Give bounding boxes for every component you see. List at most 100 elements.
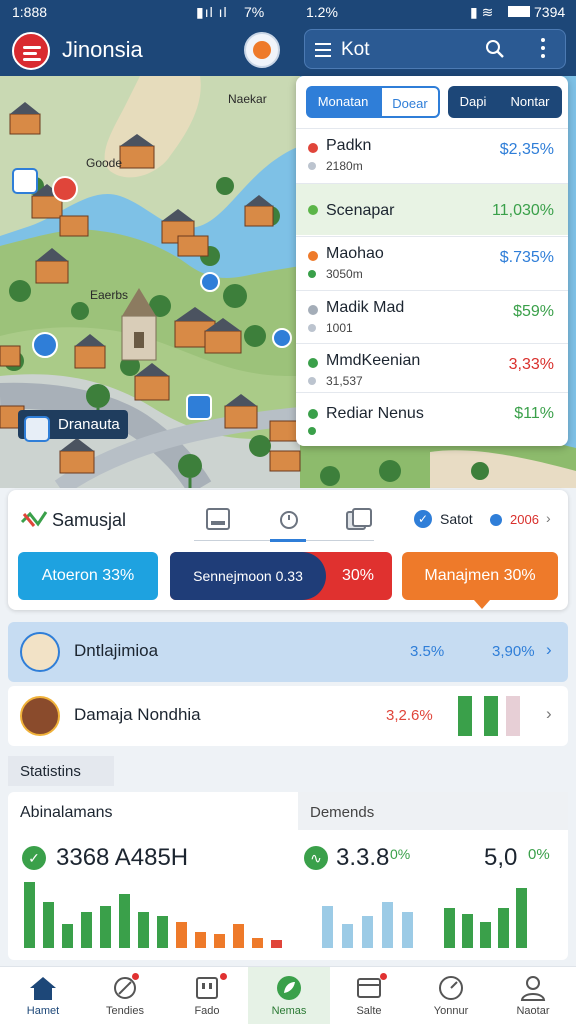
nav-item-salte[interactable]: Salte xyxy=(328,967,410,1024)
tab-doear[interactable]: Doear xyxy=(380,86,440,118)
sub-dot-icon xyxy=(308,377,316,385)
nav-item-yonnur[interactable]: Yonnur xyxy=(410,967,492,1024)
chart-bar xyxy=(402,912,413,948)
nav-label: Nemas xyxy=(271,1005,307,1017)
result-value: 11,030% xyxy=(492,202,554,219)
result-name: Maohao xyxy=(326,245,384,262)
list-item-name: Damaja Nondhia xyxy=(74,705,201,724)
stats-card: Abinalamans Demends ✓ 3368 A485H ∿ 3.3.8… xyxy=(8,792,568,960)
map-marker[interactable] xyxy=(32,332,58,358)
profile-avatar-button[interactable] xyxy=(244,32,280,68)
result-row[interactable]: Madik Mad 1001 $59% xyxy=(296,290,568,342)
person-icon xyxy=(520,976,546,1001)
result-value: 3,33% xyxy=(508,356,554,373)
map-place-label: Naekar xyxy=(228,92,267,106)
chart-bar xyxy=(62,924,73,948)
result-sub: 3050m xyxy=(326,267,363,281)
map-marker-red[interactable] xyxy=(52,176,78,202)
tab-monatan[interactable]: Monatan xyxy=(306,86,380,118)
right-bar-chart xyxy=(322,888,527,948)
result-value: $2,35% xyxy=(499,141,554,158)
battery-icon xyxy=(508,6,530,17)
notification-dot xyxy=(132,973,139,980)
sub-dot-icon xyxy=(308,162,316,170)
result-value: $11% xyxy=(514,405,554,422)
chart-bar xyxy=(24,882,35,948)
search-bar xyxy=(304,29,566,69)
map-place-label: Eaerbs xyxy=(90,288,129,302)
trend-up-icon: ✓ xyxy=(22,846,46,870)
result-row[interactable]: Rediar Nenus $11% xyxy=(296,392,568,446)
radio-icon[interactable] xyxy=(490,514,502,526)
checkbox-icon[interactable]: ✓ xyxy=(414,510,432,528)
nav-label: Fado xyxy=(194,1005,220,1017)
notification-dot xyxy=(380,973,387,980)
nav-item-tendies[interactable]: Tendies xyxy=(84,967,166,1024)
filter-card: Samusjal ✓ Satot 2006 › Atoeron 33% Senn… xyxy=(8,490,568,610)
map-marker[interactable] xyxy=(186,394,212,420)
result-value: $.735% xyxy=(499,249,554,266)
chart-bar xyxy=(516,888,527,948)
category-pill-atoeron[interactable]: Atoeron 33% xyxy=(18,552,158,600)
app-logo[interactable] xyxy=(12,32,50,70)
category-pill-sennejmoon[interactable]: Sennejmoon 0.33 30% xyxy=(170,552,392,600)
search-icon[interactable] xyxy=(485,39,505,59)
status-time-left: 1:888 xyxy=(12,4,48,20)
wifi-icon: ▮ ≋ xyxy=(470,4,494,20)
avatar xyxy=(20,632,60,672)
category-pill-manajmen[interactable]: Manajmen 30% xyxy=(402,552,558,600)
chart-bar xyxy=(214,934,225,948)
list-item[interactable]: Dntlajimioa 3.5% 3,90% › xyxy=(8,622,568,682)
mini-bar xyxy=(458,696,472,736)
map-marker[interactable] xyxy=(200,272,220,292)
result-sub: 31,537 xyxy=(326,374,363,388)
trend-up-icon: ∿ xyxy=(304,846,328,870)
chart-bar xyxy=(271,940,282,948)
result-name: Padkn xyxy=(326,137,372,154)
chevron-right-icon[interactable]: › xyxy=(546,510,551,526)
pill-pointer xyxy=(474,600,490,609)
chart-bar xyxy=(498,908,509,948)
pill-segment: Sennejmoon 0.33 xyxy=(170,552,326,600)
search-input[interactable] xyxy=(341,38,481,62)
app-bar: Jinonsia xyxy=(0,24,296,76)
chart-bar xyxy=(322,906,333,948)
mini-bar xyxy=(484,696,498,736)
map-marker-building[interactable] xyxy=(12,168,38,194)
id-card-icon[interactable] xyxy=(206,508,230,530)
map-marker[interactable] xyxy=(272,328,292,348)
tab-underline-active xyxy=(270,539,306,542)
chevron-right-icon[interactable]: › xyxy=(546,704,552,724)
result-row[interactable]: MmdKeenian 31,537 3,33% xyxy=(296,343,568,395)
sub-dot-icon xyxy=(308,427,316,435)
nav-item-fado[interactable]: Fado xyxy=(166,967,248,1024)
tab-nontar[interactable]: Nontar xyxy=(498,86,562,118)
stats-right-title: Demends xyxy=(310,804,375,821)
status-bar: 1:888 ▮ıl ıl 7% 1.2% ▮ ≋ 7394 xyxy=(0,0,576,24)
nav-label: Hamet xyxy=(26,1005,60,1017)
chevron-right-icon[interactable]: › xyxy=(546,640,552,660)
avatar xyxy=(20,696,60,736)
copy-icon[interactable] xyxy=(346,508,372,530)
timer-icon[interactable] xyxy=(278,508,300,530)
location-chip-icon xyxy=(24,416,50,442)
result-row[interactable]: Padkn 2180m $2,35% xyxy=(296,128,568,180)
menu-icon[interactable] xyxy=(315,43,331,61)
nav-item-nemas[interactable]: Nemas xyxy=(248,967,330,1024)
list-item-value: 3.5% xyxy=(410,643,445,660)
home-icon xyxy=(30,977,56,1000)
list-item[interactable]: Damaja Nondhia 3,2.6% › xyxy=(8,686,568,746)
result-row[interactable]: Scenapar 11,030% xyxy=(296,183,568,235)
chart-bar xyxy=(157,916,168,948)
nav-item-home[interactable]: Hamet xyxy=(2,967,84,1024)
section-header: Statistins xyxy=(8,756,114,786)
year-selector[interactable]: 2006 xyxy=(510,512,539,527)
chart-bar xyxy=(252,938,263,948)
sub-dot-icon xyxy=(308,324,316,332)
nav-label: Naotar xyxy=(516,1005,550,1017)
result-row[interactable]: Maohao 3050m $.735% xyxy=(296,236,568,288)
tab-dapi[interactable]: Dapi xyxy=(448,86,498,118)
nav-item-naotar[interactable]: Naotar xyxy=(492,967,574,1024)
more-options-icon[interactable] xyxy=(541,38,545,62)
search-bar-container xyxy=(296,24,576,76)
